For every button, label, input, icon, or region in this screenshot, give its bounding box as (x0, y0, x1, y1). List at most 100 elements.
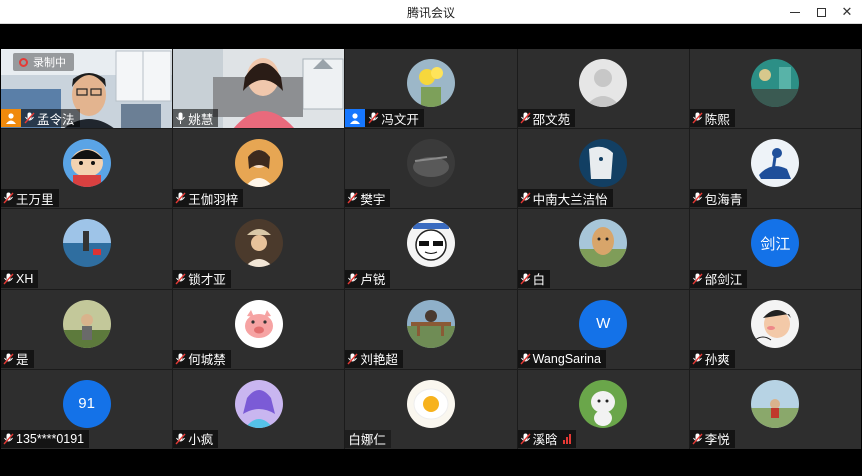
mic-muted-icon (368, 112, 379, 124)
participant-namebar: 邵文苑 (517, 109, 576, 128)
participant-name: 何城禁 (188, 353, 226, 368)
avatar (751, 299, 800, 348)
mic-muted-icon (347, 273, 358, 285)
participant-tile[interactable]: 锁才亚 (173, 209, 345, 289)
participant-namebar: 是 (1, 349, 34, 368)
mic-on-icon (176, 112, 186, 125)
participant-tile[interactable]: 陈熙 (689, 49, 861, 129)
participant-name: 孟令法 (37, 112, 75, 127)
participant-namebar: 樊宇 (345, 189, 391, 208)
participant-tile[interactable]: 包海青 (689, 129, 861, 209)
host-icon (1, 109, 21, 128)
avatar (62, 139, 111, 188)
participant-name: 卢锐 (360, 273, 386, 288)
participant-name: 白娜仁 (348, 433, 386, 448)
mic-muted-icon (3, 273, 14, 285)
mic-muted-icon (175, 353, 186, 365)
close-icon: ✕ (841, 4, 853, 19)
participant-tile[interactable]: 樊宇 (345, 129, 517, 209)
participant-tile[interactable]: 录制中 孟令法 (1, 49, 173, 129)
participant-tile[interactable]: 小疯 (173, 369, 345, 449)
avatar (62, 299, 111, 348)
minimize-icon (790, 11, 800, 13)
mic-muted-icon (520, 353, 531, 365)
participant-name: 孙爽 (704, 353, 730, 368)
mic-muted-icon (692, 353, 703, 365)
participant-namebar: 锁才亚 (173, 269, 231, 288)
participant-tile[interactable]: 白 (517, 209, 689, 289)
avatar (751, 139, 800, 188)
participant-namebar: 孟令法 (1, 109, 80, 128)
participant-tile[interactable]: 卢锐 (345, 209, 517, 289)
participant-tile[interactable]: 刘艳超 (345, 289, 517, 369)
participant-name: 邵文苑 (532, 112, 571, 127)
participant-namebar: 邰剑江 (689, 269, 748, 288)
participant-tile[interactable]: 91 135****0191 (1, 369, 173, 449)
mic-muted-icon (175, 273, 186, 285)
participant-name: 中南大兰洁怡 (532, 192, 608, 207)
participant-name: 姚慧 (188, 112, 214, 127)
top-toolbar (0, 24, 862, 49)
participant-name: 王伽羽梓 (188, 192, 239, 207)
participant-tile[interactable]: 王万里 (1, 129, 173, 209)
participant-tile[interactable]: 姚慧 (173, 49, 345, 129)
record-icon (19, 57, 28, 67)
participant-name: 包海青 (704, 192, 743, 207)
participant-tile[interactable]: 何城禁 (173, 289, 345, 369)
participant-tile[interactable]: 王伽羽梓 (173, 129, 345, 209)
cohost-icon (345, 109, 366, 128)
participant-tile[interactable]: 邵文苑 (517, 49, 689, 129)
participant-name: 樊宇 (360, 192, 386, 207)
text-avatar: 91 (62, 379, 111, 428)
text-avatar: W (579, 299, 628, 348)
window-title: 腾讯会议 (406, 6, 455, 20)
mic-muted-icon (3, 433, 14, 445)
mic-muted-icon (24, 112, 35, 124)
participant-namebar: 何城禁 (173, 349, 231, 368)
title-bar: 腾讯会议 ✕ (0, 0, 862, 24)
participant-tile[interactable]: 溪晗 (517, 369, 689, 449)
avatar (579, 379, 628, 428)
avatar (62, 219, 111, 268)
participant-tile[interactable]: 中南大兰洁怡 (517, 129, 689, 209)
avatar (234, 139, 283, 188)
participant-namebar: 姚慧 (173, 109, 219, 128)
participant-namebar: XH (1, 269, 39, 288)
participant-tile[interactable]: 李悦 (689, 369, 861, 449)
mic-muted-icon (692, 433, 703, 445)
avatar (234, 379, 283, 428)
participant-tile[interactable]: 白娜仁 (345, 369, 517, 449)
avatar (579, 59, 628, 107)
participant-tile[interactable]: XH (1, 209, 173, 289)
participant-namebar: 小疯 (173, 429, 219, 448)
text-avatar: 剑江 (751, 219, 800, 268)
participant-namebar: 冯文开 (345, 109, 424, 128)
recording-indicator: 录制中 (13, 53, 74, 71)
participant-tile[interactable]: W WangSarina (517, 289, 689, 369)
mic-muted-icon (347, 353, 358, 365)
participant-namebar: 白娜仁 (345, 429, 391, 448)
participant-name: 陈熙 (704, 112, 730, 127)
participant-namebar: WangSarina (517, 349, 606, 368)
participant-namebar: 白 (517, 269, 551, 288)
participant-name: XH (16, 271, 34, 286)
participant-name: 冯文开 (381, 112, 419, 127)
participant-tile[interactable]: 剑江 邰剑江 (689, 209, 861, 289)
avatar (406, 299, 455, 348)
close-button[interactable]: ✕ (832, 0, 862, 24)
participant-name: WangSarina (532, 351, 601, 366)
participant-tile[interactable]: 冯文开 (345, 49, 517, 129)
avatar (579, 219, 628, 268)
participant-namebar: 溪晗 (517, 429, 576, 448)
mic-muted-icon (520, 192, 531, 204)
avatar (751, 379, 800, 428)
participant-name: 刘艳超 (360, 353, 398, 368)
participant-tile[interactable]: 孙爽 (689, 289, 861, 369)
mic-muted-icon (692, 112, 703, 124)
participant-name: 锁才亚 (188, 273, 226, 288)
participant-name: 135****0191 (16, 431, 85, 446)
weak-signal-icon (562, 433, 571, 444)
participant-tile[interactable]: 是 (1, 289, 173, 369)
participant-namebar: 135****0191 (1, 429, 90, 448)
mic-muted-icon (175, 433, 186, 445)
